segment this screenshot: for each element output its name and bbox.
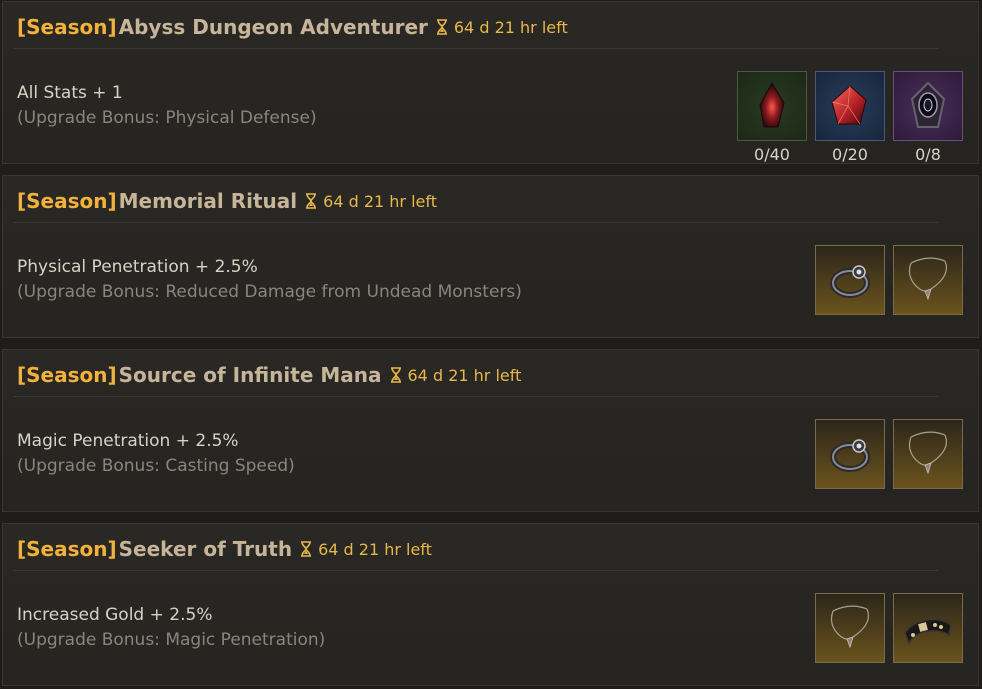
- item-slot[interactable]: 0/20: [815, 71, 885, 164]
- hourglass-icon: [390, 367, 401, 383]
- season-tag: [Season]: [17, 189, 117, 213]
- divider: [13, 396, 938, 397]
- season-tag: [Season]: [17, 15, 117, 39]
- card-header: [Season] Seeker of Truth 64 d 21 hr left: [17, 534, 432, 564]
- season-card-source-of-infinite-mana[interactable]: [Season] Source of Infinite Mana 64 d 21…: [2, 349, 979, 512]
- time-remaining: 64 d 21 hr left: [407, 365, 522, 385]
- item-slot[interactable]: [815, 419, 885, 489]
- time-remaining: 64 d 21 hr left: [453, 17, 568, 37]
- necklace-icon[interactable]: [893, 419, 963, 489]
- season-card-abyss-dungeon[interactable]: [Season] Abyss Dungeon Adventurer 64 d 2…: [2, 1, 979, 164]
- card-title: Seeker of Truth: [118, 537, 293, 561]
- season-card-memorial-ritual[interactable]: [Season] Memorial Ritual 64 d 21 hr left…: [2, 175, 979, 338]
- item-slot[interactable]: [815, 593, 885, 663]
- card-header: [Season] Memorial Ritual 64 d 21 hr left: [17, 186, 437, 216]
- ring-icon[interactable]: [815, 419, 885, 489]
- upgrade-bonus: (Upgrade Bonus: Magic Penetration): [17, 630, 326, 650]
- card-header: [Season] Source of Infinite Mana 64 d 21…: [17, 360, 521, 390]
- season-card-seeker-of-truth[interactable]: [Season] Seeker of Truth 64 d 21 hr left…: [2, 523, 979, 686]
- season-tag: [Season]: [17, 363, 117, 387]
- required-items: 0/40 0/20 0/8: [737, 71, 963, 164]
- card-header: [Season] Abyss Dungeon Adventurer 64 d 2…: [17, 12, 568, 42]
- card-title: Abyss Dungeon Adventurer: [118, 15, 428, 39]
- time-remaining: 64 d 21 hr left: [323, 191, 437, 211]
- item-slot[interactable]: [893, 245, 963, 315]
- item-count: 0/40: [754, 145, 790, 164]
- item-count: 0/8: [915, 145, 941, 164]
- divider: [13, 222, 938, 223]
- divider: [13, 48, 938, 49]
- card-title: Memorial Ritual: [118, 189, 298, 213]
- necklace-icon[interactable]: [893, 245, 963, 315]
- belt-icon[interactable]: [893, 593, 963, 663]
- item-slot[interactable]: 0/40: [737, 71, 807, 164]
- stat-bonus: All Stats + 1: [17, 83, 123, 103]
- divider: [13, 570, 938, 571]
- dark-orb-icon[interactable]: [893, 71, 963, 141]
- stat-bonus: Increased Gold + 2.5%: [17, 605, 213, 625]
- stat-bonus: Magic Penetration + 2.5%: [17, 431, 239, 451]
- item-slot[interactable]: 0/8: [893, 71, 963, 164]
- red-crystal-shard-icon[interactable]: [737, 71, 807, 141]
- item-slot[interactable]: [893, 593, 963, 663]
- stat-bonus: Physical Penetration + 2.5%: [17, 257, 258, 277]
- ring-icon[interactable]: [815, 245, 885, 315]
- required-items: [815, 593, 963, 663]
- red-gem-icon[interactable]: [815, 71, 885, 141]
- item-count: 0/20: [832, 145, 868, 164]
- hourglass-icon: [436, 19, 447, 35]
- time-remaining: 64 d 21 hr left: [318, 539, 432, 559]
- upgrade-bonus: (Upgrade Bonus: Casting Speed): [17, 456, 295, 476]
- upgrade-bonus: (Upgrade Bonus: Reduced Damage from Unde…: [17, 282, 522, 302]
- item-slot[interactable]: [893, 419, 963, 489]
- necklace-icon[interactable]: [815, 593, 885, 663]
- required-items: [815, 419, 963, 489]
- required-items: [815, 245, 963, 315]
- card-title: Source of Infinite Mana: [118, 363, 382, 387]
- hourglass-icon: [306, 193, 317, 209]
- season-tag: [Season]: [17, 537, 117, 561]
- upgrade-bonus: (Upgrade Bonus: Physical Defense): [17, 108, 317, 128]
- hourglass-icon: [301, 541, 312, 557]
- item-slot[interactable]: [815, 245, 885, 315]
